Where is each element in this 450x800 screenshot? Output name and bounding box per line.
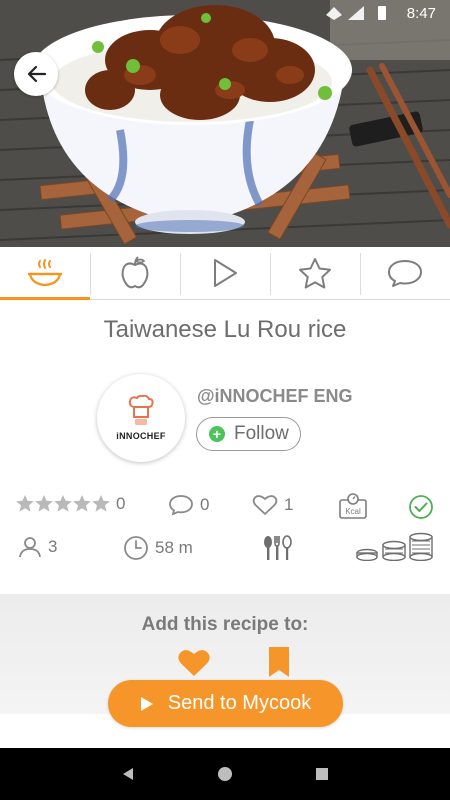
favorite-button[interactable] [177, 648, 211, 683]
comments-stat[interactable]: 0 [168, 494, 209, 516]
tab-favorites[interactable] [270, 247, 360, 299]
recipe-tabs [0, 247, 450, 300]
cutlery-icon [264, 535, 292, 560]
coins-icon [356, 532, 433, 561]
check-circle-icon [409, 495, 433, 519]
comments-count: 0 [200, 495, 210, 514]
avatar[interactable]: iNNOCHEF [97, 374, 185, 462]
verified-stat [408, 494, 434, 520]
nav-recents-icon[interactable] [314, 766, 330, 782]
recipe-photo [0, 0, 450, 247]
author-name[interactable]: @iNNOCHEF ENG [197, 386, 353, 407]
nav-home-icon[interactable] [217, 766, 233, 782]
rating-stars-icon [16, 495, 110, 512]
signal-icon [348, 6, 364, 20]
time-value: 58 m [155, 538, 193, 557]
wifi-icon [326, 7, 342, 20]
likes-stat[interactable]: 1 [252, 494, 293, 516]
rating-count: 0 [116, 494, 126, 513]
chef-hat-icon [128, 395, 154, 425]
system-nav-bar [0, 748, 450, 800]
comment-small-icon [169, 495, 193, 516]
add-recipe-title: Add this recipe to: [141, 614, 309, 635]
tab-nutrition[interactable] [90, 247, 180, 299]
servings-value: 3 [48, 537, 58, 556]
recipe-title: Taiwanese Lu Rou rice [103, 316, 347, 343]
follow-button[interactable]: + Follow [196, 417, 301, 451]
back-button[interactable] [14, 52, 58, 96]
cooking-pot-icon [28, 259, 62, 287]
star-icon [299, 258, 331, 289]
kcal-stat[interactable]: Kcal [338, 492, 368, 520]
follow-label: Follow [234, 423, 289, 444]
rating-stat[interactable]: 0 [16, 494, 125, 514]
nav-back-icon[interactable] [120, 766, 136, 782]
play-icon [214, 259, 237, 287]
clock-icon [124, 536, 148, 560]
status-time: 8:47 [406, 5, 436, 22]
stats-row-1: 0 0 1 Kcal [0, 492, 450, 522]
cost-stat [356, 531, 434, 561]
status-bar: 8:47 [0, 0, 450, 26]
battery-icon [378, 6, 386, 20]
status-icons [322, 5, 392, 26]
difficulty-stat [262, 535, 292, 561]
time-stat: 58 m [123, 535, 193, 561]
servings-stat: 3 [18, 535, 57, 559]
heart-filled-icon [178, 650, 210, 676]
arrow-left-icon [27, 65, 47, 83]
apple-icon [121, 256, 149, 289]
tab-comments[interactable] [360, 247, 450, 299]
bookmark-button[interactable] [268, 646, 290, 683]
plus-icon: + [209, 426, 225, 442]
send-label: Send to Mycook [167, 692, 312, 714]
avatar-text: iNNOCHEF [116, 431, 166, 441]
tab-video[interactable] [180, 247, 270, 299]
svg-text:Kcal: Kcal [345, 507, 361, 516]
person-icon [19, 537, 41, 558]
heart-icon [252, 495, 278, 515]
stats-row-2: 3 58 m [0, 532, 450, 563]
play-small-icon [140, 696, 153, 711]
scale-kcal-icon: Kcal [339, 493, 367, 519]
bookmark-icon [269, 647, 289, 677]
comment-icon [388, 260, 422, 287]
send-to-mycook-button[interactable]: Send to Mycook [108, 680, 343, 727]
likes-count: 1 [284, 495, 294, 514]
tab-cooking[interactable] [0, 247, 90, 300]
